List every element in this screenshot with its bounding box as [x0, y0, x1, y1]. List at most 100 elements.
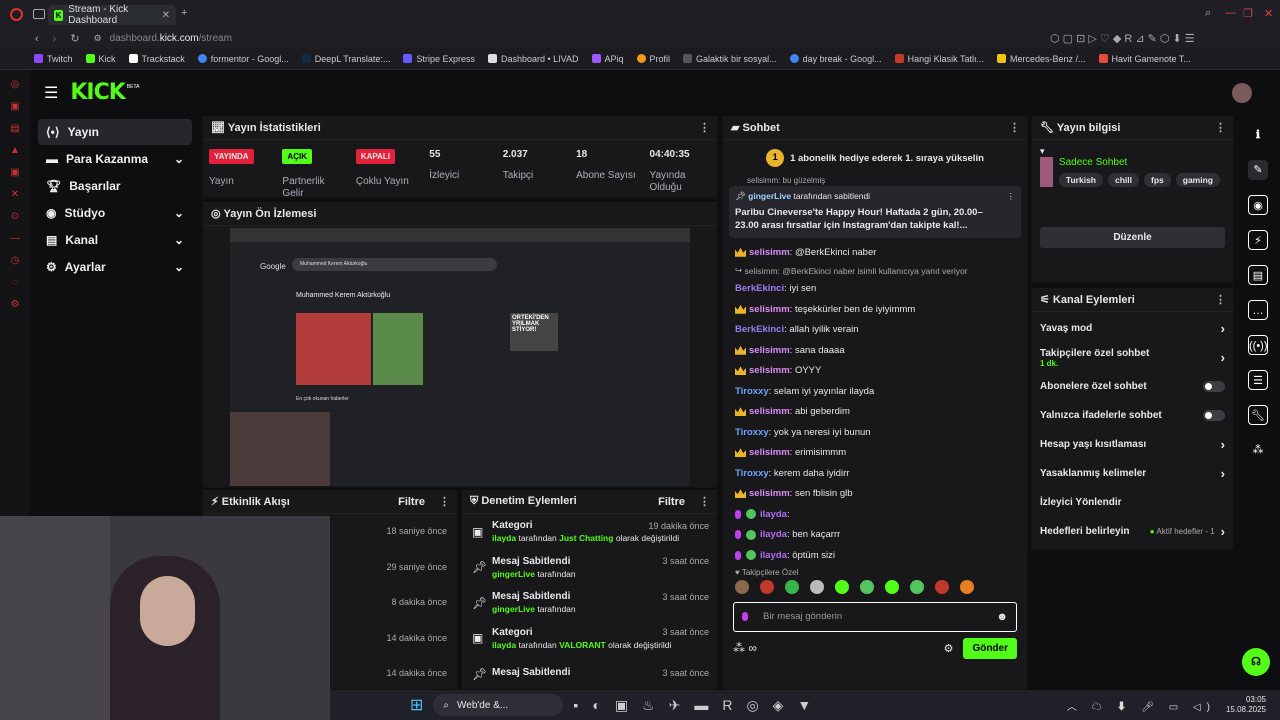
bookmark-daybreak[interactable]: day break - Googl...: [789, 53, 882, 64]
bookmark-trackstack[interactable]: Trackstack: [128, 53, 185, 64]
bookmark-klasik-tatli[interactable]: Hangi Klasik Tatlı...: [894, 53, 984, 64]
site-info-icon[interactable]: ⚙: [94, 33, 102, 44]
apps-icon[interactable]: ⁂: [1248, 440, 1268, 460]
tag[interactable]: fps: [1144, 173, 1171, 187]
taskbar-search[interactable]: ⌕ Web'de &...: [433, 694, 564, 716]
chat-message[interactable]: selisimm: teşekkürler ben de iyiyimmm: [723, 299, 1027, 320]
chat-message[interactable]: Tiroxxy: yok ya neresi iyi bunun: [723, 422, 1027, 443]
chat-message[interactable]: selisimm: sen fblisin glb: [723, 484, 1027, 505]
bookmark-galaktik[interactable]: Galaktik bir sosyal...: [683, 53, 777, 64]
bookmark-profil[interactable]: Profil: [636, 53, 670, 64]
activity-filter-button[interactable]: Filtre: [398, 496, 425, 508]
opera-logo-icon[interactable]: [10, 8, 23, 21]
channel-action-item[interactable]: İzleyici Yönlendir: [1032, 488, 1233, 517]
chat-message[interactable]: Tiroxxy: selam iyi yayınlar ilayda: [723, 381, 1027, 402]
channel-action-item[interactable]: Yavaş mod ›: [1032, 314, 1233, 343]
more-icon[interactable]: ⋮: [1215, 293, 1226, 306]
edit-stream-button[interactable]: Düzenle: [1040, 227, 1225, 248]
gift-leaderboard-banner[interactable]: 1 1 abonelik hediye ederek 1. sıraya yük…: [723, 140, 1027, 176]
toggle-switch[interactable]: [1203, 410, 1225, 421]
tag[interactable]: chill: [1108, 173, 1140, 187]
taskbar-apps-icon[interactable]: ▪◐▣♨✈▬R◎◈▼: [573, 697, 825, 714]
tag[interactable]: gaming: [1175, 173, 1220, 187]
bookmark-formentor[interactable]: formentor - Googl...: [197, 53, 289, 64]
emote-icon[interactable]: [910, 579, 924, 594]
moderation-item[interactable]: 📌︎ Mesaj Sabitlendi 3 saat önce gingerLive …: [462, 550, 717, 586]
chat-message[interactable]: Tiroxxy: kerem daha iyidirr: [723, 463, 1027, 484]
chat-username[interactable]: selisimm: [749, 447, 790, 458]
reload-icon[interactable]: ↻: [70, 32, 79, 45]
channel-action-item[interactable]: Hedefleri belirleyin ● Aktif hedefler - 1…: [1032, 517, 1233, 546]
chat-username[interactable]: ilayda: [760, 509, 787, 520]
sidebar-item-para-kazanma[interactable]: ▬ Para Kazanma ⌄: [38, 146, 192, 172]
send-button[interactable]: Gönder: [963, 637, 1017, 659]
search-tabs-icon[interactable]: ⌕: [1205, 7, 1211, 20]
tray-icons[interactable]: ︿ ☁ ⬇ 🎤︎ ▭ ◁): [1067, 698, 1216, 713]
chat-username[interactable]: ilayda: [760, 529, 787, 540]
clock[interactable]: 03:05 15.08.2025: [1226, 695, 1266, 715]
emote-icon[interactable]: [960, 579, 974, 594]
chat-username[interactable]: Tiroxxy: [735, 427, 769, 438]
maximize-icon[interactable]: ❐: [1243, 7, 1253, 20]
emote-icon[interactable]: [735, 579, 749, 594]
browser-tab-active[interactable]: K Stream - Kick Dashboard ✕: [48, 4, 176, 26]
sidebar-item-kanal[interactable]: ▤ Kanal ⌄: [38, 227, 192, 253]
unpin-icon[interactable]: ⋮: [1007, 191, 1016, 202]
chat-message[interactable]: selisimm: sana daaaa: [723, 340, 1027, 361]
bookmark-apiq[interactable]: APiq: [591, 53, 624, 64]
url-field[interactable]: dashboard.kick.com/stream: [110, 33, 232, 44]
collapse-icon[interactable]: ▾: [1040, 146, 1225, 157]
chat-message[interactable]: ilayda:: [723, 504, 1027, 525]
chat-username[interactable]: BerkEkinci: [735, 283, 784, 294]
emote-icon[interactable]: [785, 579, 799, 594]
emote-icon[interactable]: [835, 579, 849, 594]
chat-username[interactable]: BerkEkinci: [735, 324, 784, 335]
bookmark-mercedes[interactable]: Mercedes-Benz /...: [997, 53, 1086, 64]
bookmark-havit[interactable]: Havit Gamenote T...: [1098, 53, 1191, 64]
moderation-item[interactable]: ▣ Kategori 19 dakika önce ilayda tarafından…: [462, 514, 717, 550]
sidebar-item-studyo[interactable]: ◉ Stüdyo ⌄: [38, 200, 192, 226]
close-window-icon[interactable]: ✕: [1264, 7, 1273, 20]
chat-tools-icon[interactable]: ⁂ ∞: [733, 641, 757, 655]
chat-message[interactable]: selisimm: @BerkEkinci naber: [723, 242, 1027, 263]
bookmark-kick[interactable]: Kick: [85, 53, 116, 64]
extensions-toolbar-icon[interactable]: ⬡ ▢ ⊡ ▷ ♡ ◆ R ⊿ ✎ ⬡ ⬇ ☰: [1050, 32, 1195, 45]
channel-action-item[interactable]: Yalnızca ifadelerle sohbet: [1032, 401, 1233, 430]
moderation-item[interactable]: ▣ Kategori 3 saat önce ilayda tarafından VA…: [462, 621, 717, 657]
preview-video[interactable]: Google Muhammed Kerem Aktürkoğlu Muhamme…: [230, 228, 690, 486]
tab-close-icon[interactable]: ✕: [162, 10, 170, 21]
emoji-picker-icon[interactable]: ☻: [996, 611, 1008, 623]
emote-icon[interactable]: [810, 579, 824, 594]
bookmark-stripe[interactable]: Stripe Express: [403, 53, 475, 64]
chat-message[interactable]: selisimm: erimisimmm: [723, 443, 1027, 464]
chat-message[interactable]: selisimm: OYYY: [723, 361, 1027, 382]
new-tab-icon[interactable]: +: [181, 7, 187, 19]
chat-username[interactable]: Tiroxxy: [735, 386, 769, 397]
bolt-icon[interactable]: ⚡︎: [1248, 230, 1268, 250]
chat-username[interactable]: selisimm: [749, 304, 790, 315]
chat-username[interactable]: ilayda: [760, 550, 787, 561]
chat-message[interactable]: selisimm: abi geberdim: [723, 402, 1027, 423]
emote-icon[interactable]: [760, 579, 774, 594]
channel-action-item[interactable]: Hesap yaşı kısıtlaması ›: [1032, 430, 1233, 459]
more-icon[interactable]: ⋮: [699, 121, 710, 134]
chat-message[interactable]: ilayda: öptüm sizi: [723, 545, 1027, 566]
bookmark-livad[interactable]: Dashboard • LIVAD: [487, 53, 579, 64]
support-button[interactable]: ☊: [1242, 648, 1270, 676]
chat-message[interactable]: BerkEkinci: allah iyilik verain: [723, 320, 1027, 341]
more-icon[interactable]: ⋮: [1215, 121, 1226, 134]
chat-username[interactable]: selisimm: [749, 365, 790, 376]
channel-action-item[interactable]: Takipçilere özel sohbet 1 dk. ›: [1032, 343, 1233, 372]
emote-icon[interactable]: [885, 579, 899, 594]
workspaces-icon[interactable]: [33, 9, 45, 19]
emote-icon[interactable]: [860, 579, 874, 594]
forward-icon[interactable]: ›: [53, 33, 57, 45]
wrench-icon[interactable]: 🔧︎: [1248, 405, 1268, 425]
bookmark-deepl[interactable]: DeepL Translate:...: [301, 53, 390, 64]
chat-message[interactable]: BerkEkinci: iyi sen: [723, 279, 1027, 300]
sidebar-item-basarilar[interactable]: 🏆︎ Başarılar: [38, 173, 192, 199]
message-icon[interactable]: …: [1248, 300, 1268, 320]
moderation-filter-button[interactable]: Filtre: [658, 496, 685, 508]
category-name[interactable]: Sadece Sohbet: [1059, 157, 1225, 168]
info-icon[interactable]: ℹ: [1248, 125, 1268, 145]
